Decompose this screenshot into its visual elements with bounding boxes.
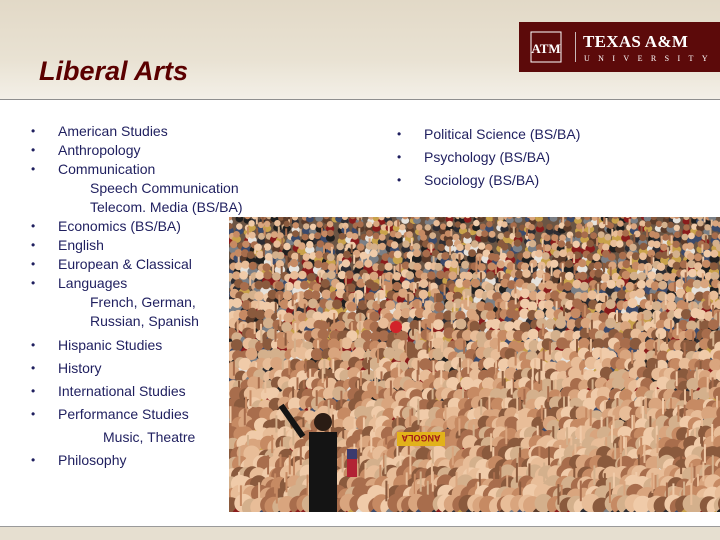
bullet-icon: •	[31, 361, 36, 375]
bullet-icon: •	[397, 173, 402, 187]
list-item: • Sociology (BS/BA)	[397, 172, 540, 189]
list-item-text: Anthropology	[58, 142, 141, 158]
list-item: • Hispanic Studies	[31, 337, 163, 354]
footer-band	[0, 527, 720, 540]
list-item-text: Philosophy	[58, 452, 127, 468]
bullet-icon: •	[31, 162, 36, 176]
list-item-text: Sociology (BS/BA)	[424, 172, 540, 188]
list-item-text: International Studies	[58, 383, 186, 399]
list-item: • Philosophy	[31, 452, 127, 469]
sub-list-item: Music, Theatre	[103, 429, 195, 446]
list-item: • Languages	[31, 275, 128, 292]
list-item: • European & Classical	[31, 256, 192, 273]
list-item: • Economics (BS/BA)	[31, 218, 181, 235]
list-item: • Anthropology	[31, 142, 141, 159]
list-item: • Political Science (BS/BA)	[397, 126, 581, 143]
list-item: • Psychology (BS/BA)	[397, 149, 551, 166]
sub-list-item: Speech Communication	[90, 180, 239, 197]
list-item-text: European & Classical	[58, 256, 192, 272]
list-item-text: Psychology (BS/BA)	[424, 149, 551, 165]
list-item-text: Hispanic Studies	[58, 337, 163, 353]
list-item-text: Telecom. Media (BS/BA)	[90, 199, 243, 215]
sub-list-item: Telecom. Media (BS/BA)	[90, 199, 243, 216]
logo-text-primary: TEXAS A&M	[583, 32, 689, 51]
list-item-text: Political Science (BS/BA)	[424, 126, 581, 142]
list-item-text: Communication	[58, 161, 156, 177]
list-item: • International Studies	[31, 383, 186, 400]
bullet-icon: •	[31, 257, 36, 271]
bullet-icon: •	[31, 124, 36, 138]
list-item-text: French, German,	[90, 294, 196, 310]
sub-list-item: French, German,	[90, 294, 196, 311]
list-item-text: Music, Theatre	[103, 429, 196, 445]
atm-monogram-icon: ATM	[530, 31, 562, 63]
slide-title: Liberal Arts	[39, 56, 189, 86]
bullet-icon: •	[397, 127, 402, 141]
logo-divider	[575, 32, 576, 62]
bullet-icon: •	[31, 238, 36, 252]
list-item-text: History	[58, 360, 102, 376]
bullet-icon: •	[31, 219, 36, 233]
list-item-text: Languages	[58, 275, 128, 291]
list-item: • English	[31, 237, 104, 254]
bullet-icon: •	[31, 407, 36, 421]
list-item-text: Speech Communication	[90, 180, 239, 196]
bullet-icon: •	[31, 143, 36, 157]
bullet-icon: •	[31, 338, 36, 352]
bullet-icon: •	[31, 453, 36, 467]
svg-text:ATM: ATM	[531, 41, 560, 56]
list-item: • Communication	[31, 161, 156, 178]
list-item: • History	[31, 360, 102, 377]
crowd-photo: ANGOLA	[229, 217, 720, 512]
list-item-text: Economics (BS/BA)	[58, 218, 181, 234]
crowd-sign-text: ANGOLA	[401, 433, 440, 443]
logo-text-secondary: UNIVERSITY	[584, 54, 716, 63]
list-item-text: English	[58, 237, 104, 253]
bullet-icon: •	[31, 384, 36, 398]
bullet-icon: •	[397, 150, 402, 164]
list-item-text: Russian, Spanish	[90, 313, 199, 329]
list-item: • American Studies	[31, 123, 168, 140]
list-item-text: American Studies	[58, 123, 168, 139]
sub-list-item: Russian, Spanish	[90, 313, 199, 330]
crowd-image: ANGOLA	[229, 217, 720, 512]
bullet-icon: •	[31, 276, 36, 290]
header-divider	[0, 99, 720, 100]
list-item-text: Performance Studies	[58, 406, 189, 422]
list-item: • Performance Studies	[31, 406, 189, 423]
university-logo: ATM TEXAS A&M UNIVERSITY	[519, 22, 720, 72]
